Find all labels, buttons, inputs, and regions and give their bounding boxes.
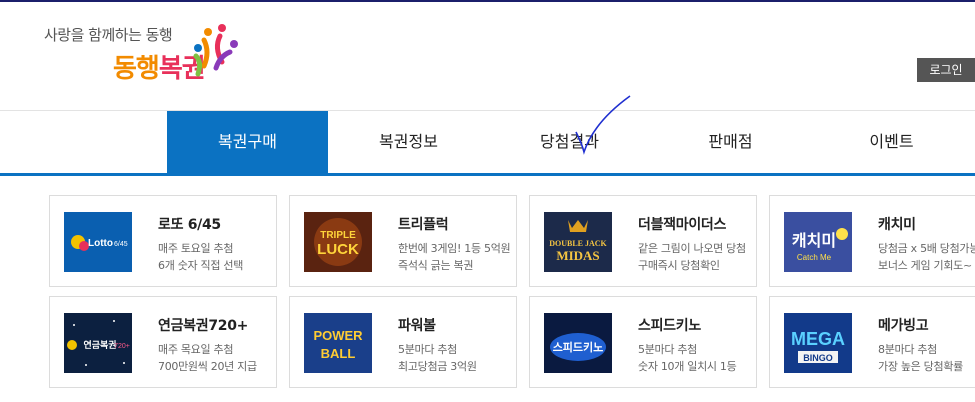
nav-item-stores[interactable]: 판매점: [650, 111, 811, 173]
svg-text:720+: 720+: [114, 343, 130, 350]
login-button[interactable]: 로그인: [917, 58, 975, 82]
nav-item-info[interactable]: 복권정보: [328, 111, 489, 173]
game-card-double-jack[interactable]: DOUBLE JACK MIDAS 더블잭마이더스 같은 그림이 나오면 당첨 …: [529, 195, 757, 287]
game-desc: 매주 토요일 추첨 6개 숫자 직접 선택: [158, 240, 243, 274]
site-header: 사랑을 함께하는 동행 동행복권 로그인: [0, 2, 975, 110]
nav-underline: [0, 173, 975, 176]
game-title: 캐치미: [878, 217, 916, 233]
nav-item-buy[interactable]: 복권구매: [167, 111, 328, 173]
game-desc-line-2: 가장 높은 당첨확률: [878, 360, 963, 373]
lotto-thumbnail: Lotto 6/45: [64, 212, 132, 272]
game-desc: 8분마다 추첨 가장 높은 당첨확률: [878, 341, 963, 375]
mega-bingo-thumbnail: MEGA BINGO: [784, 313, 852, 373]
game-desc: 한번에 3게임! 1등 5억원 즉석식 긁는 복권: [398, 240, 511, 274]
pension-thumbnail: 연금복권 720+: [64, 313, 132, 373]
game-desc: 매주 목요일 추첨 700만원씩 20년 지급: [158, 341, 257, 375]
game-desc-line-2: 최고당첨금 3억원: [398, 360, 477, 373]
game-desc-line-1: 한번에 3게임! 1등 5억원: [398, 242, 511, 255]
game-card-lotto[interactable]: Lotto 6/45 로또 6/45 매주 토요일 추첨 6개 숫자 직접 선택: [49, 195, 277, 287]
game-title: 메가빙고: [878, 318, 929, 334]
double-jack-thumbnail: DOUBLE JACK MIDAS: [544, 212, 612, 272]
game-desc-line-1: 8분마다 추첨: [878, 343, 937, 356]
game-title: 더블잭마이더스: [638, 217, 727, 233]
svg-text:POWER: POWER: [313, 328, 363, 343]
game-desc-line-2: 즉석식 긁는 복권: [398, 259, 474, 272]
game-card-mega-bingo[interactable]: MEGA BINGO 메가빙고 8분마다 추첨 가장 높은 당첨확률: [769, 296, 975, 388]
svg-text:LUCK: LUCK: [317, 241, 359, 258]
game-desc-line-1: 같은 그림이 나오면 당첨: [638, 242, 746, 255]
main-nav: 복권구매 복권정보 당첨결과 판매점 이벤트: [167, 111, 972, 173]
svg-text:6/45: 6/45: [114, 241, 128, 248]
svg-text:BINGO: BINGO: [803, 353, 833, 363]
game-desc-line-2: 구매즉시 당첨확인: [638, 259, 720, 272]
catch-me-thumbnail: 캐치미 Catch Me: [784, 212, 852, 272]
triple-luck-thumbnail: TRIPLE LUCK: [304, 212, 372, 272]
game-title: 연금복권720+: [158, 318, 249, 334]
game-title: 로또 6/45: [158, 217, 221, 233]
game-desc-line-2: 숫자 10개 일치시 1등: [638, 360, 737, 373]
svg-text:스피드키노: 스피드키노: [553, 340, 604, 354]
svg-text:BALL: BALL: [321, 346, 356, 361]
svg-text:캐치미: 캐치미: [792, 231, 836, 250]
game-desc-line-1: 5분마다 추첨: [398, 343, 457, 356]
power-ball-thumbnail: POWER BALL: [304, 313, 372, 373]
game-desc-line-2: 보너스 게임 기회도~: [878, 259, 972, 272]
speed-keno-thumbnail: 스피드키노: [544, 313, 612, 373]
nav-item-results[interactable]: 당첨결과: [489, 111, 650, 173]
game-desc-line-2: 6개 숫자 직접 선택: [158, 259, 244, 272]
game-title: 파워볼: [398, 318, 436, 334]
game-card-pension[interactable]: 연금복권 720+ 연금복권720+ 매주 목요일 추첨 700만원씩 20년 …: [49, 296, 277, 388]
svg-text:MEGA: MEGA: [791, 329, 845, 349]
game-desc-line-1: 당첨금 x 5배 당첨가능: [878, 242, 975, 255]
game-title: 스피드키노: [638, 318, 701, 334]
game-card-triple-luck[interactable]: TRIPLE LUCK 트리플럭 한번에 3게임! 1등 5억원 즉석식 긁는 …: [289, 195, 517, 287]
game-title: 트리플럭: [398, 217, 449, 233]
game-desc: 5분마다 추첨 숫자 10개 일치시 1등: [638, 341, 737, 375]
game-desc: 같은 그림이 나오면 당첨 구매즉시 당첨확인: [638, 240, 746, 274]
game-desc-line-1: 매주 목요일 추첨: [158, 343, 234, 356]
svg-text:TRIPLE: TRIPLE: [320, 230, 356, 241]
brand-part-1: 동행: [113, 54, 160, 84]
nav-item-events[interactable]: 이벤트: [811, 111, 972, 173]
game-desc-line-1: 매주 토요일 추첨: [158, 242, 234, 255]
game-card-power-ball[interactable]: POWER BALL 파워볼 5분마다 추첨 최고당첨금 3억원: [289, 296, 517, 388]
game-desc-line-1: 5분마다 추첨: [638, 343, 697, 356]
svg-text:DOUBLE JACK: DOUBLE JACK: [549, 239, 607, 248]
game-desc: 5분마다 추첨 최고당첨금 3억원: [398, 341, 477, 375]
game-card-speed-keno[interactable]: 스피드키노 스피드키노 5분마다 추첨 숫자 10개 일치시 1등: [529, 296, 757, 388]
tagline: 사랑을 함께하는 동행: [44, 26, 173, 44]
svg-text:Catch Me: Catch Me: [797, 253, 832, 262]
svg-text:연금복권: 연금복권: [83, 339, 116, 351]
people-logo-icon: [193, 24, 238, 77]
game-desc-line-2: 700만원씩 20년 지급: [158, 360, 257, 373]
game-desc: 당첨금 x 5배 당첨가능 보너스 게임 기회도~: [878, 240, 975, 274]
svg-text:Lotto: Lotto: [88, 238, 113, 249]
svg-text:MIDAS: MIDAS: [556, 248, 599, 263]
game-card-catch-me[interactable]: 캐치미 Catch Me 캐치미 당첨금 x 5배 당첨가능 보너스 게임 기회…: [769, 195, 975, 287]
